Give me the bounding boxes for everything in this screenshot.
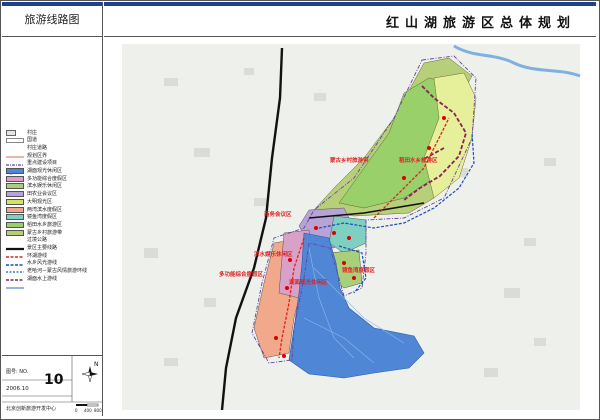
header: 红山湖旅游区总体规划 [104,2,596,37]
organization-label: 北京创新旅游开发中心 [6,406,57,412]
legend-item: 景区主要线路 [6,244,102,258]
header-accent-bar [104,2,596,6]
two-bay-area-symbol [6,206,24,213]
map-label: 湖面观光休闲区 [289,280,328,286]
national-road-symbol [6,137,24,143]
map-canvas: 蒙古乡村旅游带 稻田水乡旅游区 商务会议区 滨水娱乐休闲区 多功能综合度假区 镜… [104,38,598,416]
scale-label: 0 [75,408,78,413]
waterfront-area-symbol [6,183,24,190]
main-route-symbol [6,245,24,258]
key-project-symbol [6,160,24,175]
agri-area-symbol [6,191,24,198]
legend-item: 滨水娱乐休闲区 [6,183,102,190]
scale-label: 800 [94,408,102,413]
resort-area-symbol [6,175,24,182]
map-label: 蒙古乡村旅游带 [330,158,369,164]
map-label: 稻田水乡旅游区 [399,158,438,164]
legend-panel: 旅游线路图 村庄 国道 村庄道路 规划区界 重点建设项目 湖面观光休闲区 多功能… [2,2,103,416]
mongol-belt-symbol [6,229,24,236]
watertown-route-symbol [6,260,24,274]
legend-item: 过境公路 [6,237,102,251]
legend-item: 重点建设项目 [6,160,102,175]
village-road-symbol [6,145,24,158]
map-label: 镜鱼湾度假区 [342,268,376,274]
legend-item: 规划区界 [6,152,102,166]
panel-title: 旅游线路图 [2,2,102,37]
legend-item: 湖面水上游线 [6,275,102,289]
legend-item: 两湾滨水度假区 [6,206,102,213]
legend-item: 水乡风光游线 [6,260,102,274]
panel-footer: 图号: NO. 10 2006.10 北京创新旅游开发中心 N 0 400 80… [2,355,102,417]
transit-road-symbol [6,237,24,251]
lake-area-symbol [6,168,24,175]
north-arrow-icon: N [81,361,99,383]
north-label: N [94,361,99,368]
legend-item: 湖面观光休闲区 [6,167,102,175]
planning-boundary-symbol [6,153,24,166]
panel-accent-bar [2,2,102,6]
legend-item: 镜鱼湾度假区 [6,214,102,221]
daming-area-symbol [6,198,24,205]
legend-item: 田农业会议区 [6,191,102,198]
laoha-loop-symbol [6,268,24,281]
scale-bar: 0 400 800 [75,403,102,413]
legend-item: 国道 [6,137,102,144]
page-title: 红山湖旅游区总体规划 [385,16,576,31]
legend-item: 村庄 [6,129,102,136]
legend-item: 多功能综合度假区 [6,175,102,182]
map-svg [122,44,581,411]
legend-item: 大明观光区 [6,198,102,205]
scale-label: 400 [84,408,92,413]
panel-title-text: 旅游线路图 [24,13,80,26]
figure-number: 10 [44,372,64,388]
legend-item: 老哈河－蒙古风情旅游环线 [6,267,102,281]
legend-item: 稻田水乡旅游区 [6,221,102,228]
village-symbol [6,129,16,136]
jingyu-area-symbol [6,214,24,221]
map-label: 商务会议区 [264,212,292,218]
figure-number-label: 图号: NO. [6,369,29,375]
paddy-area-symbol [6,221,24,228]
lake-water-route-symbol [6,276,24,289]
legend-item: 蒙古乡村旅游带 [6,229,102,236]
legend-item: 环湖游线 [6,252,102,266]
legend-item: 村庄道路 [6,144,102,158]
map-label: 滨水娱乐休闲区 [254,252,293,258]
lakeloop-route-symbol [6,253,24,266]
legend: 村庄 国道 村庄道路 规划区界 重点建设项目 湖面观光休闲区 多功能综合度假区 [6,129,102,289]
date-label: 2006.10 [6,386,29,392]
map-label: 多功能综合度假区 [219,272,264,278]
